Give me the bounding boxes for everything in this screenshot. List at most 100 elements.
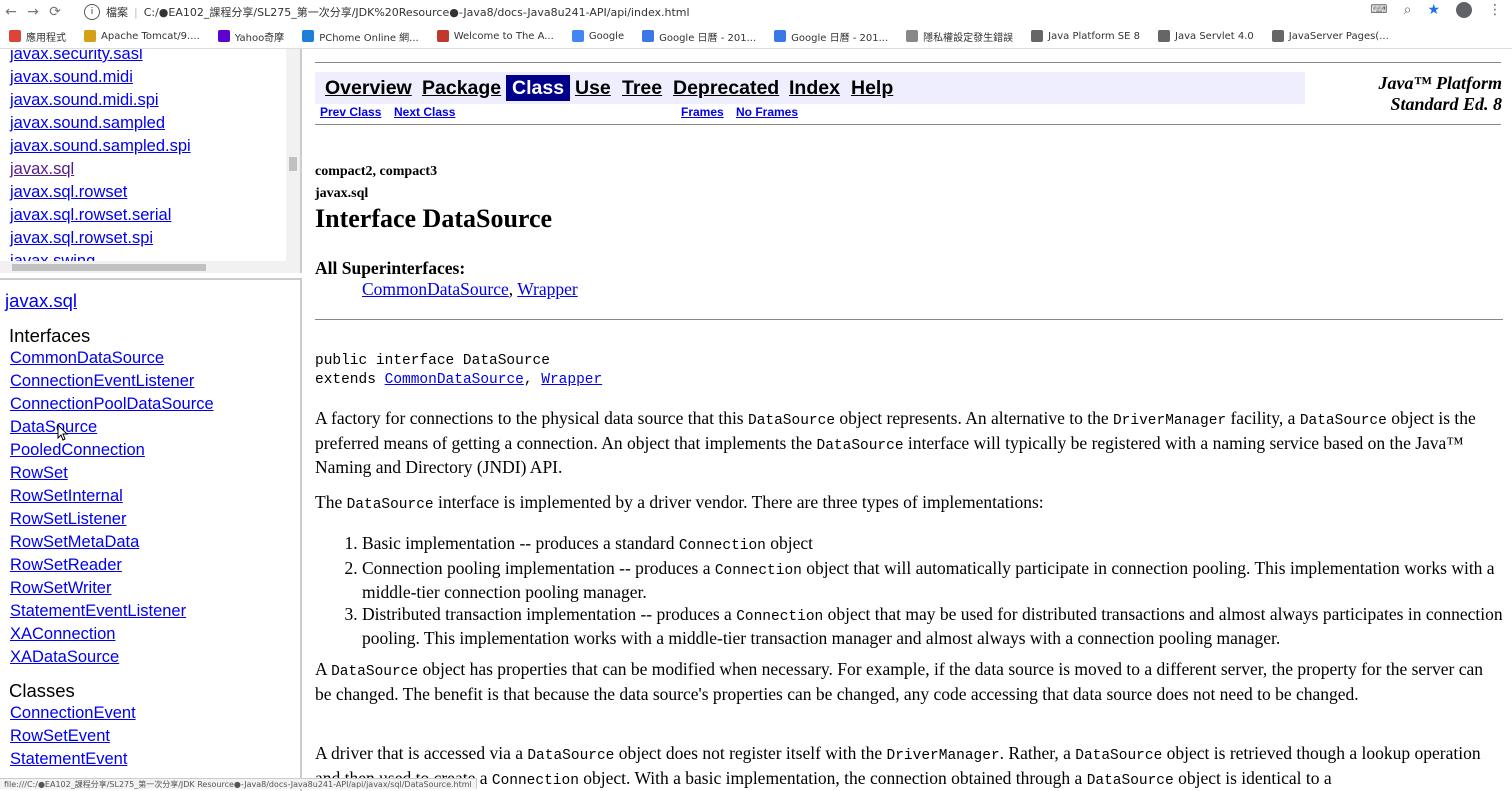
separator: ,: [523, 372, 542, 388]
vertical-scrollbar[interactable]: [286, 49, 300, 261]
forward-button[interactable]: →: [22, 4, 44, 20]
interface-link[interactable]: CommonDataSource: [10, 347, 214, 370]
description-paragraph-3: A DataSource object has properties that …: [315, 659, 1503, 705]
nav-overview[interactable]: Overview: [325, 77, 412, 100]
package-link[interactable]: javax.sql.rowset: [10, 181, 191, 204]
code-drivermanager: DriverManager: [886, 748, 1000, 764]
interface-link[interactable]: XADataSource: [10, 646, 214, 669]
interface-link[interactable]: RowSetReader: [10, 554, 214, 577]
scrollbar-thumb[interactable]: [289, 157, 297, 171]
address-bar[interactable]: i 檔案 | C:/●EA102_課程分享/SL275_第一次分享/JDK%20…: [84, 0, 690, 24]
interface-link[interactable]: RowSetListener: [10, 508, 214, 531]
text: Distributed transaction implementation -…: [362, 603, 737, 624]
classes-heading: Classes: [9, 680, 75, 701]
interface-link[interactable]: ConnectionEventListener: [10, 370, 214, 393]
back-button[interactable]: ←: [0, 4, 22, 20]
platform-line1: Java™ Platform: [1378, 73, 1503, 93]
nav-use[interactable]: Use: [575, 77, 611, 100]
nav-deprecated[interactable]: Deprecated: [673, 77, 779, 100]
package-link[interactable]: javax.sound.midi: [10, 66, 191, 89]
interface-link[interactable]: PooledConnection: [10, 439, 214, 462]
bookmark-item[interactable]: Yahoo奇摩: [209, 29, 293, 44]
package-link[interactable]: javax.sound.sampled.spi: [10, 135, 191, 158]
package-link[interactable]: javax.sql.rowset.serial: [10, 204, 191, 227]
reload-button[interactable]: ⟳: [44, 4, 66, 20]
bookmark-item[interactable]: 應用程式: [0, 29, 75, 44]
interface-link[interactable]: RowSet: [10, 462, 214, 485]
superinterface-link[interactable]: Wrapper: [517, 279, 578, 299]
superinterface-link[interactable]: CommonDataSource: [362, 279, 509, 299]
package-link[interactable]: javax.sql: [10, 158, 191, 181]
interface-link[interactable]: RowSetWriter: [10, 577, 214, 600]
bookmark-item[interactable]: JavaServer Pages(...: [1263, 30, 1398, 42]
nav-package[interactable]: Package: [422, 77, 501, 100]
no-frames-link[interactable]: No Frames: [736, 105, 798, 119]
bookmark-star-icon[interactable]: ★: [1427, 2, 1440, 18]
bookmark-label: Welcome to The A...: [453, 30, 554, 42]
divider: [315, 62, 1501, 63]
divider: [315, 319, 1503, 320]
bookmark-item[interactable]: Google: [563, 30, 633, 42]
separator: ,: [508, 279, 518, 299]
status-bar: file:///C:/●EA102_課程分享/SL275_第一次分享/JDK R…: [0, 778, 477, 789]
package-link[interactable]: javax.security.sasl: [10, 49, 191, 66]
menu-icon[interactable]: ⋮: [1488, 2, 1502, 18]
interface-link[interactable]: RowSetInternal: [10, 485, 214, 508]
interface-link[interactable]: XAConnection: [10, 623, 214, 646]
text: object: [765, 533, 814, 553]
nav-tree[interactable]: Tree: [622, 77, 662, 100]
toolbar-actions: ⌨ ⌕ ★ ⋮: [1370, 2, 1502, 18]
bookmark-label: PChome Online 網...: [319, 32, 419, 44]
package-title-link[interactable]: javax.sql: [5, 290, 77, 312]
bookmark-item[interactable]: Google 日曆 - 201...: [633, 29, 765, 44]
superinterface-link[interactable]: CommonDataSource: [385, 372, 524, 388]
class-link[interactable]: StatementEvent: [10, 748, 136, 771]
platform-line2: Standard Ed. 8: [1390, 94, 1502, 114]
bookmark-favicon-icon: [642, 30, 655, 42]
text: Connection pooling implementation -- pro…: [362, 557, 715, 578]
interface-link[interactable]: StatementEventListener: [10, 600, 214, 623]
bookmark-item[interactable]: Java Platform SE 8: [1022, 30, 1149, 42]
code-drivermanager: DriverManager: [1112, 413, 1227, 429]
profiles-label: compact2, compact3: [315, 164, 438, 179]
interface-link[interactable]: DataSource: [10, 416, 214, 439]
bookmark-item[interactable]: Welcome to The A...: [428, 30, 563, 42]
class-link[interactable]: ConnectionEvent: [10, 702, 136, 725]
prev-class-link[interactable]: Prev Class: [320, 105, 381, 119]
package-link[interactable]: javax.sql.rowset.spi: [10, 227, 191, 250]
text: A: [315, 659, 332, 679]
bookmark-item[interactable]: 隱私權設定發生錯誤: [897, 29, 1022, 44]
superinterface-link[interactable]: Wrapper: [541, 372, 602, 388]
scrollbar-thumb[interactable]: [12, 264, 206, 271]
horizontal-scrollbar[interactable]: [0, 261, 300, 273]
package-link[interactable]: javax.sound.sampled: [10, 112, 191, 135]
bookmark-favicon-icon: [1031, 30, 1044, 42]
bookmark-item[interactable]: Apache Tomcat/9....: [75, 30, 209, 42]
next-class-link[interactable]: Next Class: [394, 105, 455, 119]
code-datasource: DataSource: [748, 413, 836, 429]
nav-help[interactable]: Help: [851, 77, 893, 100]
profile-avatar-icon[interactable]: [1456, 2, 1472, 18]
text: A factory for connections to the physica…: [315, 408, 748, 428]
code-datasource: DataSource: [816, 437, 904, 454]
frames-link[interactable]: Frames: [681, 105, 724, 119]
nav-index[interactable]: Index: [789, 77, 840, 100]
package-link[interactable]: javax.sound.midi.spi: [10, 89, 191, 112]
bookmark-item[interactable]: PChome Online 網...: [293, 29, 428, 44]
info-icon[interactable]: i: [84, 4, 100, 20]
code-datasource: DataSource: [1075, 748, 1163, 764]
implementation-list: Basic implementation -- produces a stand…: [315, 533, 1503, 650]
divider: |: [134, 5, 138, 19]
interfaces-heading: Interfaces: [9, 325, 91, 346]
text: . Rather, a: [999, 743, 1076, 763]
translate-icon[interactable]: ⌨: [1370, 2, 1387, 18]
zoom-icon[interactable]: ⌕: [1404, 2, 1412, 18]
bookmark-item[interactable]: Google 日曆 - 201...: [765, 29, 897, 44]
class-link[interactable]: RowSetEvent: [10, 725, 136, 748]
bookmark-favicon-icon: [774, 30, 787, 42]
interface-link[interactable]: RowSetMetaData: [10, 531, 214, 554]
bookmark-item[interactable]: Java Servlet 4.0: [1149, 30, 1263, 42]
url-text[interactable]: C:/●EA102_課程分享/SL275_第一次分享/JDK%20Resourc…: [144, 4, 690, 20]
nav-class-current: Class: [506, 75, 571, 101]
interface-link[interactable]: ConnectionPoolDataSource: [10, 393, 214, 416]
